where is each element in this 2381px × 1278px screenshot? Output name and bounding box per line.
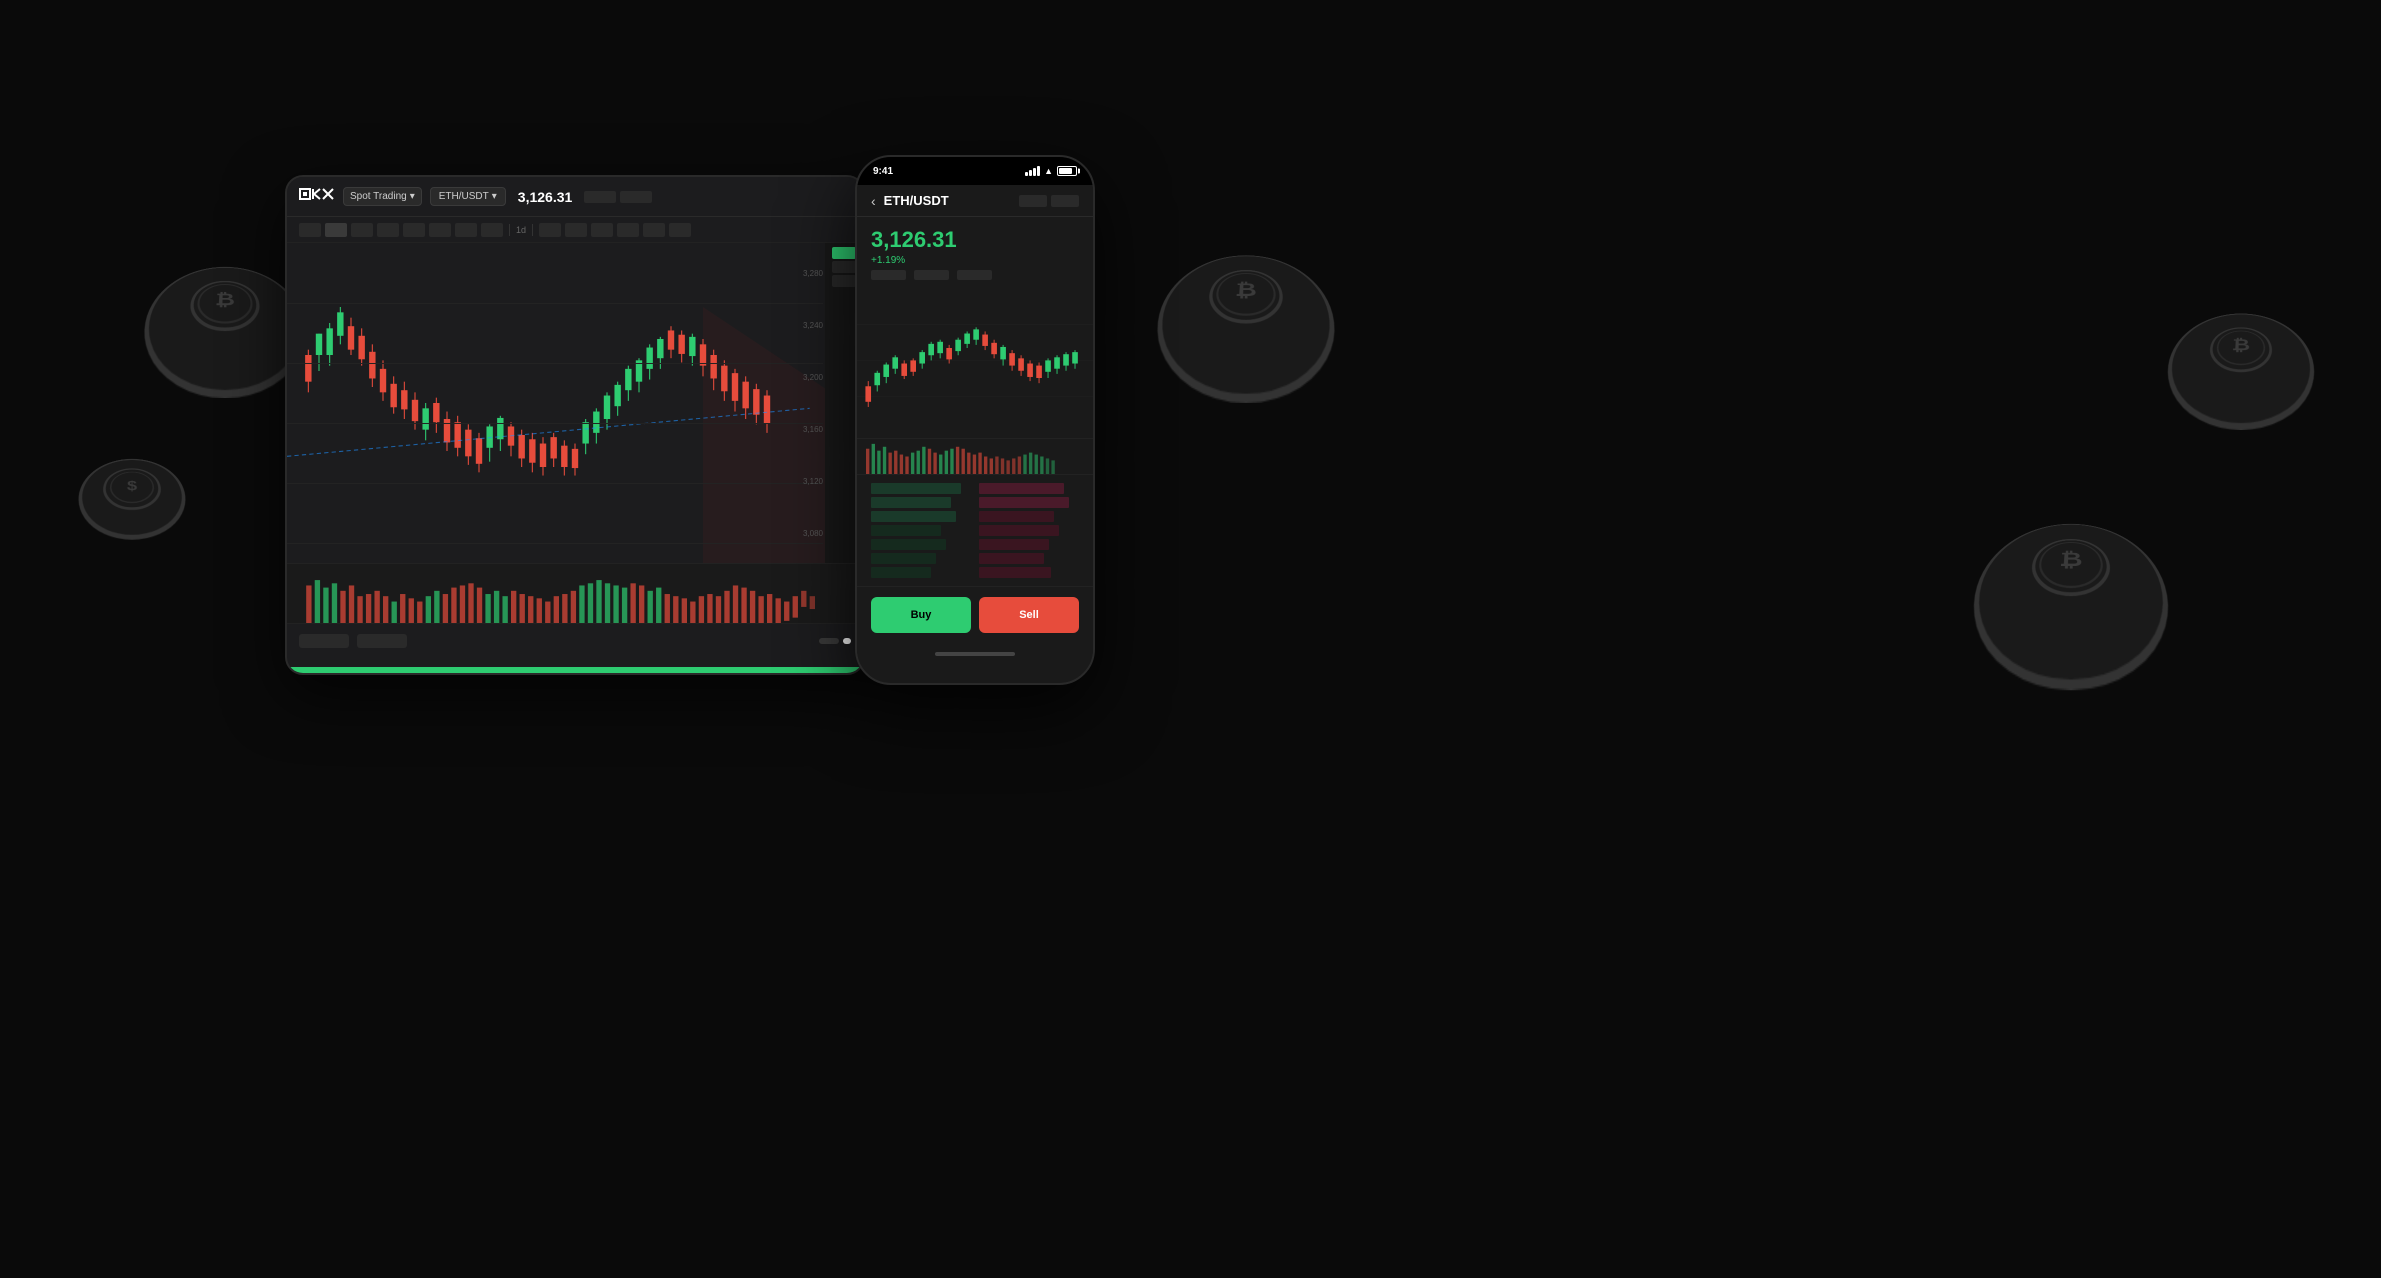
toolbar-separator <box>509 224 510 236</box>
price-label-3: 3,200 <box>803 373 823 382</box>
phone-status-icons: ▲ <box>1025 166 1077 176</box>
orderbook-bids <box>871 483 971 578</box>
price-label-6: 3,080 <box>803 529 823 538</box>
spot-trading-label: Spot Trading <box>350 191 407 202</box>
toolbar-separator-2 <box>532 224 533 236</box>
side-btn-highlight[interactable] <box>832 247 856 259</box>
tablet-volume-area <box>287 563 863 623</box>
toolbar-btn-5[interactable] <box>403 223 425 237</box>
tablet-header: Spot Trading ▾ ETH/USDT ▾ 3,126.31 <box>287 177 863 217</box>
phone-nav-bar: ‹ ETH/USDT <box>857 185 1093 217</box>
pair-label: ETH/USDT <box>439 191 489 202</box>
toolbar-btn-12[interactable] <box>617 223 639 237</box>
footer-dots <box>819 638 851 644</box>
price-labels: 3,280 3,240 3,200 3,160 3,120 3,080 <box>803 243 823 563</box>
price-label-4: 3,160 <box>803 425 823 434</box>
toolbar-indicator: 1d <box>516 225 526 235</box>
dropdown-chevron: ▾ <box>410 191 415 202</box>
phone-price-main: 3,126.31 <box>871 227 1079 253</box>
phone-device: 9:41 ▲ ‹ ETH/USDT 3,126.3 <box>855 155 1095 685</box>
phone-home-indicator <box>857 643 1093 665</box>
toolbar-btn-10[interactable] <box>565 223 587 237</box>
phone-volume <box>857 438 1093 474</box>
grid-line-4 <box>287 483 823 484</box>
orderbook-asks <box>979 483 1079 578</box>
toolbar-btn-14[interactable] <box>669 223 691 237</box>
toolbar-btn-7[interactable] <box>455 223 477 237</box>
phone-pair-title: ETH/USDT <box>884 193 949 208</box>
grid-line-3 <box>287 423 823 424</box>
tablet-footer <box>287 623 863 657</box>
side-btn-2[interactable] <box>832 275 856 287</box>
side-btn-1[interactable] <box>832 261 856 273</box>
toolbar-btn-8[interactable] <box>481 223 503 237</box>
footer-tag-2 <box>357 634 407 648</box>
phone-price-change: +1.19% <box>871 255 1079 266</box>
price-info-blocks <box>584 191 652 203</box>
signal-icon <box>1025 166 1040 176</box>
toolbar-btn-4[interactable] <box>377 223 399 237</box>
svg-text:$: $ <box>127 480 138 495</box>
phone-nav-actions <box>1019 195 1079 207</box>
grid-line-2 <box>287 363 823 364</box>
phone-chart <box>857 288 1093 438</box>
phone-time: 9:41 <box>873 166 893 177</box>
toolbar-btn-9[interactable] <box>539 223 561 237</box>
tablet-toolbar: 1d <box>287 217 863 243</box>
toolbar-btn-13[interactable] <box>643 223 665 237</box>
price-label-2: 3,240 <box>803 321 823 330</box>
phone-orderbook <box>857 474 1093 586</box>
phone-sell-button[interactable]: Sell <box>979 597 1079 633</box>
toolbar-btn-11[interactable] <box>591 223 613 237</box>
svg-text:₿: ₿ <box>214 292 236 311</box>
svg-text:₿: ₿ <box>2231 336 2251 354</box>
toolbar-btn-6[interactable] <box>429 223 451 237</box>
toolbar-btn-2[interactable] <box>325 223 347 237</box>
tablet-chart-area: 3,280 3,240 3,200 3,160 3,120 3,080 Buy <box>287 243 863 563</box>
price-label-1: 3,280 <box>803 269 823 278</box>
pair-dropdown[interactable]: ETH/USDT ▾ <box>430 187 506 206</box>
grid-line-5 <box>287 543 823 544</box>
tablet-bottom-bar <box>287 667 863 673</box>
home-bar <box>935 652 1015 656</box>
phone-action-buttons: Buy Sell <box>857 586 1093 643</box>
phone-price-meta <box>871 270 1079 280</box>
candlestick-chart <box>287 243 863 563</box>
spot-trading-dropdown[interactable]: Spot Trading ▾ <box>343 187 422 206</box>
grid-line-1 <box>287 303 823 304</box>
battery-icon <box>1057 166 1077 176</box>
phone-buy-button[interactable]: Buy <box>871 597 971 633</box>
pair-chevron: ▾ <box>492 191 497 202</box>
phone-status-bar: 9:41 ▲ <box>857 157 1093 185</box>
volume-chart <box>287 564 863 623</box>
tablet-device: Spot Trading ▾ ETH/USDT ▾ 3,126.31 1d <box>285 175 865 675</box>
svg-text:₿: ₿ <box>1234 281 1257 301</box>
price-label-5: 3,120 <box>803 477 823 486</box>
footer-dot <box>843 638 851 644</box>
footer-dot-active <box>819 638 839 644</box>
toolbar-btn-1[interactable] <box>299 223 321 237</box>
tablet-price: 3,126.31 <box>518 189 573 205</box>
back-button[interactable]: ‹ <box>871 193 876 209</box>
phone-price-section: 3,126.31 +1.19% <box>857 217 1093 288</box>
svg-text:₿: ₿ <box>2058 549 2083 571</box>
okx-logo <box>299 188 335 206</box>
footer-tag-1 <box>299 634 349 648</box>
toolbar-btn-3[interactable] <box>351 223 373 237</box>
wifi-icon: ▲ <box>1044 166 1053 176</box>
